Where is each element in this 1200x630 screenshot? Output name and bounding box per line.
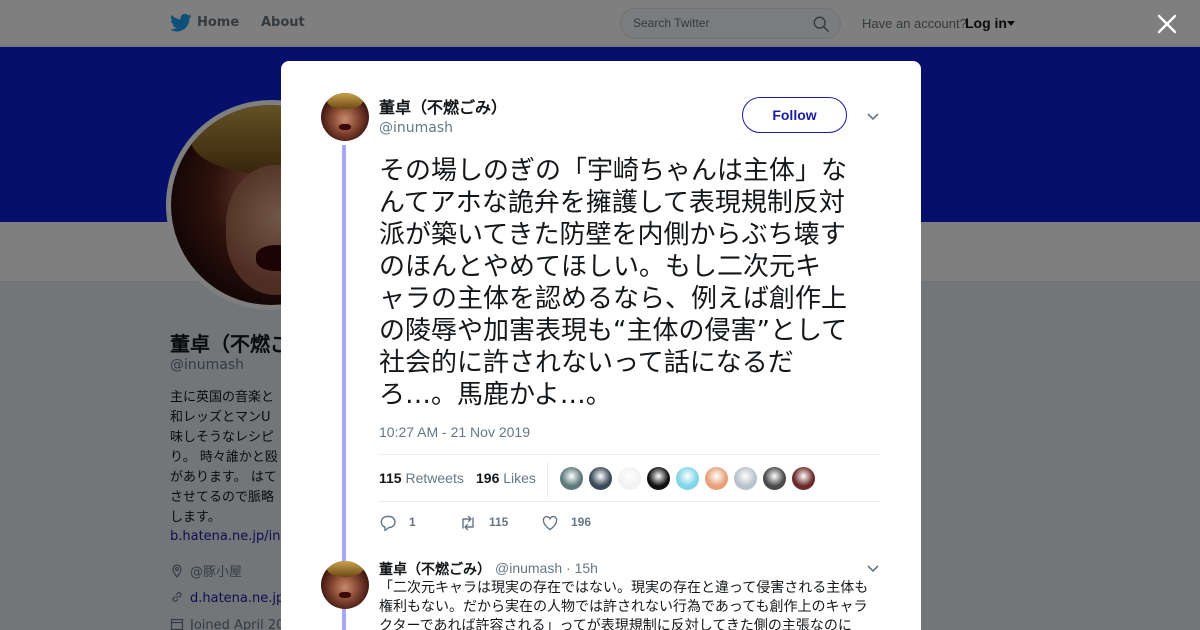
likes-label: Likes bbox=[503, 470, 536, 486]
tweet-text-line: の陵辱や加害表現も“主体の侵害”として bbox=[379, 316, 848, 346]
stats-divider bbox=[547, 461, 548, 497]
tweet-text: その場しのぎの「宇崎ちゃんは主体」な んてアホな詭弁を擁護して表現規制反対 派が… bbox=[379, 155, 885, 411]
tweet-text-line: ャラの主体を認めるなら、例えば創作上 bbox=[379, 284, 848, 314]
tweet-text-line: ろ…。馬鹿かよ…。 bbox=[379, 380, 612, 410]
tweet-text-line: 社会的に許されないって話になるだ bbox=[379, 348, 794, 378]
like-count: 196 bbox=[571, 515, 592, 529]
tweet-timestamp[interactable]: 10:27 AM - 21 Nov 2019 bbox=[379, 424, 530, 440]
retweets-count: 115 bbox=[379, 470, 402, 486]
reply-text-line: 権利もない。だから実在の人物では許されない行為であっても創作上のキャラ bbox=[379, 599, 868, 615]
reply-text-line: クターであれば許容される」ってが表現規制に反対してきた側の主張なのに bbox=[379, 618, 852, 630]
tweet-stats: 115 Retweets 196 Likes bbox=[379, 454, 881, 502]
liker-avatar[interactable] bbox=[791, 466, 816, 491]
liker-avatar[interactable] bbox=[646, 466, 671, 491]
tweet-actions: 1 115 196 bbox=[379, 513, 779, 533]
likes-count: 196 bbox=[476, 470, 500, 486]
reply-author-name[interactable]: 董卓（不燃ごみ） bbox=[379, 559, 491, 579]
author-handle[interactable]: @inumash bbox=[379, 120, 453, 136]
liker-avatar[interactable] bbox=[559, 466, 584, 491]
reply-icon bbox=[380, 515, 396, 532]
close-icon[interactable] bbox=[1156, 13, 1178, 35]
reply-author-meta: @inumash · 15h bbox=[495, 560, 598, 576]
liker-avatar[interactable] bbox=[675, 466, 700, 491]
author-name[interactable]: 董卓（不燃ごみ） bbox=[379, 94, 507, 118]
retweet-count: 115 bbox=[489, 515, 509, 529]
tweet-text-line: のほんとやめてほしい。もし二次元キ bbox=[379, 252, 822, 282]
reply-author-handle[interactable]: @inumash bbox=[495, 560, 562, 576]
liker-avatar[interactable] bbox=[762, 466, 787, 491]
reply-text: 「二次元キャラは現実の存在ではない。現実の存在と違って侵害される主体も 権利もな… bbox=[379, 579, 879, 630]
author-avatar[interactable] bbox=[321, 93, 369, 141]
chevron-down-icon[interactable] bbox=[866, 561, 880, 575]
reply-text-line: 「二次元キャラは現実の存在ではない。現実の存在と違って侵害される主体も bbox=[379, 580, 869, 596]
liker-avatar[interactable] bbox=[704, 466, 729, 491]
reply-author-avatar[interactable] bbox=[321, 561, 369, 609]
reply-time[interactable]: · 15h bbox=[566, 560, 598, 576]
thread-line bbox=[342, 145, 346, 630]
retweets-label: Retweets bbox=[405, 470, 464, 486]
reply-count: 1 bbox=[409, 515, 416, 529]
retweets-stat[interactable]: 115 Retweets bbox=[379, 470, 464, 486]
liker-avatar[interactable] bbox=[588, 466, 613, 491]
tweet-text-line: 派が築いてきた防壁を内側からぶち壊す bbox=[379, 220, 846, 250]
liker-avatar[interactable] bbox=[733, 466, 758, 491]
heart-icon bbox=[542, 515, 558, 531]
retweet-icon bbox=[462, 515, 474, 531]
likes-stat[interactable]: 196 Likes bbox=[476, 470, 536, 486]
chevron-down-icon[interactable] bbox=[866, 109, 880, 123]
liker-avatar[interactable] bbox=[617, 466, 642, 491]
tweet-text-line: その場しのぎの「宇崎ちゃんは主体」な bbox=[379, 156, 848, 186]
tweet-text-line: んてアホな詭弁を擁護して表現規制反対 bbox=[379, 188, 845, 218]
follow-button[interactable]: Follow bbox=[742, 97, 847, 133]
tweet-modal: 董卓（不燃ごみ） @inumash Follow その場しのぎの「宇崎ちゃんは主… bbox=[281, 61, 921, 630]
